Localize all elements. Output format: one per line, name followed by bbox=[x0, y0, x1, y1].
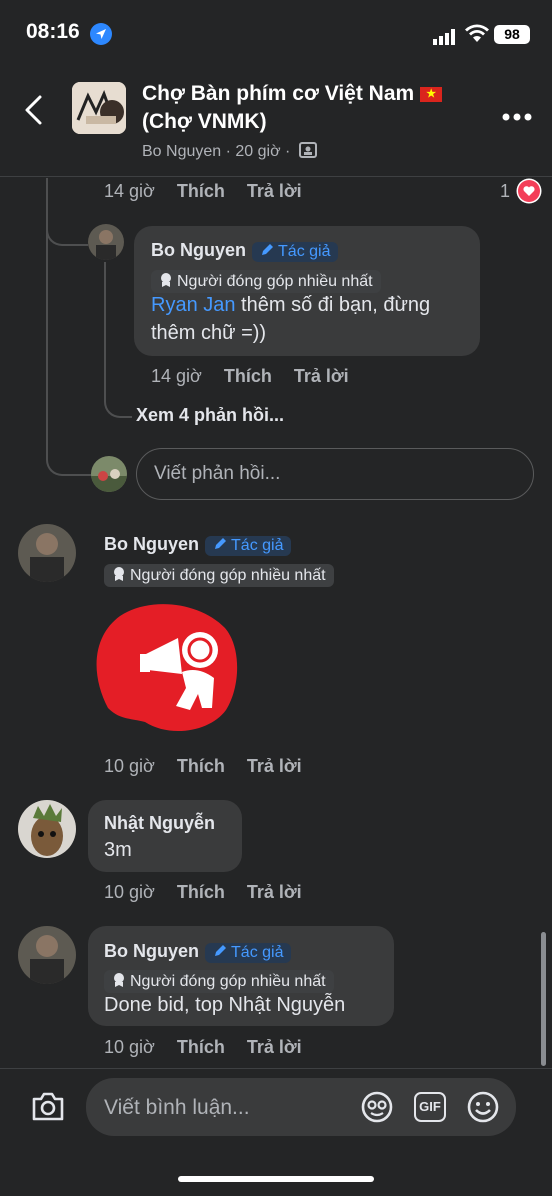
battery-indicator: 98 bbox=[494, 25, 530, 44]
group-audience-icon bbox=[298, 142, 317, 158]
reply-button[interactable]: Trả lời bbox=[247, 882, 302, 902]
author-badge-label: Tác giả bbox=[231, 537, 284, 554]
contributor-badge: Người đóng góp nhiều nhất bbox=[104, 966, 334, 993]
mention-link[interactable]: Ryan Jan bbox=[151, 294, 236, 316]
status-time: 08:16 bbox=[26, 20, 80, 43]
comment-header: Bo Nguyen Tác giả bbox=[104, 534, 292, 556]
commenter-name[interactable]: Bo Nguyen bbox=[151, 240, 246, 260]
contributor-badge-label: Người đóng góp nhiều nhất bbox=[177, 273, 373, 290]
comment-text: Ryan Jan thêm số đi bạn, đừng thêm chữ =… bbox=[151, 291, 471, 347]
thread-connector-input bbox=[46, 440, 92, 476]
commenter-name[interactable]: Bo Nguyen bbox=[104, 534, 199, 554]
contributor-badge: Người đóng góp nhiều nhất bbox=[151, 266, 381, 293]
current-user-avatar bbox=[91, 456, 127, 492]
like-button[interactable]: Thích bbox=[177, 181, 225, 201]
reply-button[interactable]: Trả lời bbox=[247, 1037, 302, 1057]
comment-time: 10 giờ bbox=[104, 1037, 155, 1057]
like-button[interactable]: Thích bbox=[177, 1037, 225, 1057]
comment-header: Bo Nguyen Tác giả bbox=[151, 240, 339, 262]
contributor-badge: Người đóng góp nhiều nhất bbox=[104, 560, 334, 587]
comment-text-line1: thêm số đi bạn, đừng bbox=[235, 294, 431, 316]
group-avatar[interactable] bbox=[72, 82, 126, 134]
pencil-icon bbox=[215, 945, 227, 956]
reaction-count[interactable]: 1 bbox=[500, 181, 510, 202]
comment-meta: 10 giờ Thích Trả lời bbox=[104, 1037, 324, 1058]
post-author-time: Bo Nguyen · 20 giờ · bbox=[142, 143, 291, 160]
thread-line-inner bbox=[104, 262, 106, 402]
scrollbar[interactable] bbox=[541, 932, 546, 1066]
gif-button[interactable]: GIF bbox=[414, 1092, 446, 1122]
group-title[interactable]: Chợ Bàn phím cơ Việt Nam ★ (Chợ VNMK) bbox=[142, 80, 482, 136]
thread-connector-reply bbox=[46, 210, 88, 246]
comment-header: Bo Nguyen Tác giả bbox=[104, 941, 292, 963]
reply-button[interactable]: Trả lời bbox=[247, 181, 302, 201]
comment-meta-top: 14 giờ Thích Trả lời bbox=[104, 181, 324, 202]
reply-button[interactable]: Trả lời bbox=[294, 366, 349, 386]
wifi-icon bbox=[465, 24, 489, 44]
commenter-name[interactable]: Bo Nguyen bbox=[104, 941, 199, 961]
more-options-icon[interactable] bbox=[502, 108, 532, 121]
comment-time: 10 giờ bbox=[104, 882, 155, 902]
gif-label: GIF bbox=[419, 1099, 441, 1114]
like-button[interactable]: Thích bbox=[177, 756, 225, 776]
author-badge-label: Tác giả bbox=[231, 944, 284, 961]
award-icon bbox=[114, 973, 124, 987]
author-badge: Tác giả bbox=[252, 242, 339, 262]
like-button[interactable]: Thích bbox=[177, 882, 225, 902]
comment-time: 10 giờ bbox=[104, 756, 155, 776]
comment-time: 14 giờ bbox=[151, 366, 202, 386]
comment-input-placeholder: Viết bình luận... bbox=[104, 1096, 250, 1119]
home-indicator bbox=[178, 1176, 374, 1182]
heart-reaction-icon[interactable] bbox=[516, 178, 542, 204]
reply-button[interactable]: Trả lời bbox=[247, 756, 302, 776]
reply-input-placeholder: Viết phản hồi... bbox=[154, 463, 281, 484]
vietnam-flag-icon: ★ bbox=[420, 86, 443, 102]
group-title-short: (Chợ VNMK) bbox=[142, 110, 267, 133]
pencil-icon bbox=[215, 538, 227, 549]
header-divider bbox=[0, 176, 552, 177]
comment-text-line2: thêm chữ =)) bbox=[151, 322, 267, 344]
megaphone-sticker[interactable] bbox=[90, 598, 242, 736]
avatar-sticker-icon[interactable] bbox=[360, 1090, 394, 1124]
author-badge: Tác giả bbox=[205, 943, 292, 963]
like-button[interactable]: Thích bbox=[224, 366, 272, 386]
comment-time: 14 giờ bbox=[104, 181, 155, 201]
contributor-badge-label: Người đóng góp nhiều nhất bbox=[130, 973, 326, 990]
author-badge-label: Tác giả bbox=[278, 243, 331, 260]
commenter-name[interactable]: Nhật Nguyễn bbox=[104, 813, 215, 834]
comment-text: Done bid, top Nhật Nguyễn bbox=[104, 994, 346, 1016]
avatar[interactable] bbox=[88, 224, 124, 260]
author-badge: Tác giả bbox=[205, 536, 292, 556]
avatar[interactable] bbox=[18, 926, 76, 984]
award-icon bbox=[114, 567, 124, 581]
contributor-badge-label: Người đóng góp nhiều nhất bbox=[130, 567, 326, 584]
emoji-icon[interactable] bbox=[466, 1090, 500, 1124]
thread-connector-view bbox=[104, 382, 132, 418]
avatar[interactable] bbox=[18, 800, 76, 858]
location-arrow-icon bbox=[90, 23, 112, 45]
cellular-signal-icon bbox=[433, 29, 457, 45]
comment-meta: 10 giờ Thích Trả lời bbox=[104, 882, 324, 903]
view-replies-link[interactable]: Xem 4 phản hồi... bbox=[136, 405, 284, 426]
comment-meta: 10 giờ Thích Trả lời bbox=[104, 756, 324, 777]
avatar[interactable] bbox=[18, 524, 76, 582]
reply-input[interactable]: Viết phản hồi... bbox=[136, 448, 534, 500]
camera-icon[interactable] bbox=[30, 1090, 66, 1124]
post-subtitle: Bo Nguyen · 20 giờ · bbox=[142, 142, 317, 161]
group-title-text: Chợ Bàn phím cơ Việt Nam bbox=[142, 82, 415, 105]
pencil-icon bbox=[262, 244, 274, 255]
comment-meta: 14 giờ Thích Trả lời bbox=[151, 366, 371, 387]
comment-input[interactable]: Viết bình luận... bbox=[86, 1078, 516, 1136]
award-icon bbox=[161, 273, 171, 287]
back-chevron-icon[interactable] bbox=[22, 94, 46, 126]
comment-text: 3m bbox=[104, 839, 132, 861]
